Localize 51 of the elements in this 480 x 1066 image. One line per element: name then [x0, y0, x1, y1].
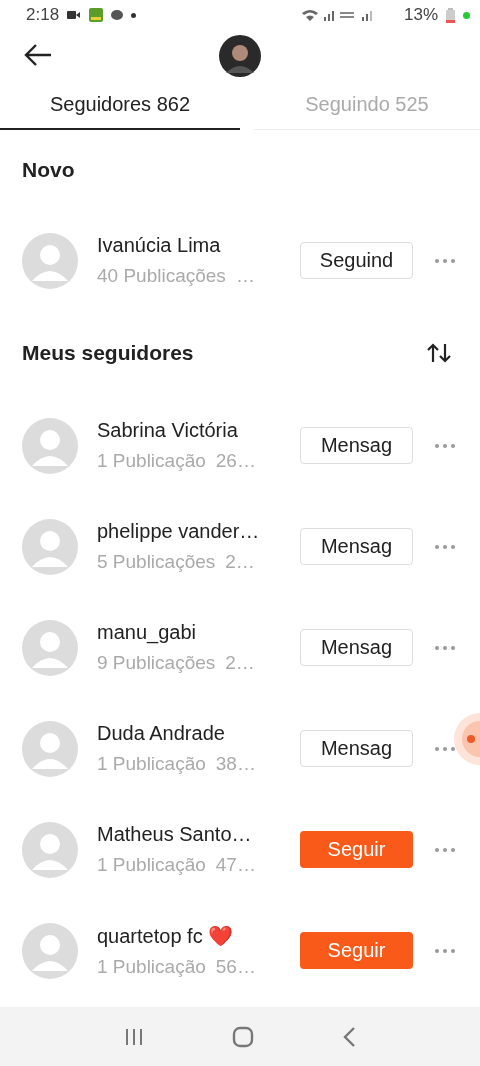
- follower-count: 2…: [225, 551, 255, 573]
- profile-avatar[interactable]: [219, 35, 261, 77]
- more-options-icon[interactable]: [434, 644, 456, 651]
- follower-count: 2…: [225, 652, 255, 674]
- more-options-icon[interactable]: [434, 745, 456, 752]
- battery-icon: [446, 7, 455, 23]
- follow-button[interactable]: Seguind: [300, 242, 413, 279]
- post-count: 5 Publicações: [97, 551, 216, 573]
- sort-icon[interactable]: [426, 342, 452, 364]
- tab[interactable]: Seguidores 862: [0, 80, 240, 130]
- follower-count: 26…: [215, 450, 256, 472]
- follow-button[interactable]: Mensag: [300, 629, 413, 666]
- follow-button[interactable]: Mensag: [300, 730, 413, 767]
- follower-count: 47…: [215, 854, 256, 876]
- status-time: 2:18: [26, 5, 60, 25]
- section-title: Meus seguidores: [22, 341, 194, 365]
- dot-icon: [131, 12, 137, 18]
- post-count: 1 Publicação: [97, 955, 206, 978]
- user-name[interactable]: phelippe vander…: [97, 520, 281, 543]
- more-options-icon[interactable]: [434, 947, 456, 954]
- more-options-icon[interactable]: [434, 846, 456, 853]
- follower-count: 38…: [215, 753, 256, 775]
- home-icon[interactable]: [232, 1025, 254, 1048]
- user-name[interactable]: manu_gabi: [97, 621, 281, 644]
- section-title: Novo: [22, 158, 75, 182]
- battery-level: 13%: [403, 5, 438, 25]
- follow-button[interactable]: Mensag: [300, 528, 413, 565]
- chat-icon: [111, 9, 124, 21]
- back-arrow-icon[interactable]: [23, 43, 53, 67]
- app-icon: [89, 8, 104, 22]
- follower-count: 56…: [215, 955, 256, 978]
- recent-apps-icon[interactable]: [124, 1027, 144, 1046]
- more-options-icon[interactable]: [434, 543, 456, 550]
- post-count: 1 Publicação: [97, 854, 206, 876]
- camera-indicator-icon: [463, 11, 470, 19]
- post-count: 1 Publicação: [97, 450, 206, 472]
- more-options-icon[interactable]: [434, 257, 456, 264]
- more-options-icon[interactable]: [434, 442, 456, 449]
- floating-bubble-icon[interactable]: [454, 713, 480, 765]
- post-count: 40 Publicações: [97, 265, 226, 287]
- user-name[interactable]: Sabrina Victória: [97, 419, 281, 442]
- video-camera-icon: [67, 10, 82, 20]
- user-name[interactable]: Ivanúcia Lima: [97, 234, 281, 257]
- back-icon[interactable]: [342, 1025, 356, 1048]
- post-count: 1 Publicação: [97, 753, 206, 775]
- follow-button[interactable]: Mensag: [300, 427, 413, 464]
- user-name[interactable]: Matheus Santo…: [97, 823, 281, 846]
- user-name[interactable]: quartetop fc ❤: [97, 923, 281, 948]
- follower-count: …: [235, 265, 255, 287]
- post-count: 9 Publicações: [97, 652, 216, 674]
- user-name[interactable]: Duda Andrade: [97, 722, 281, 745]
